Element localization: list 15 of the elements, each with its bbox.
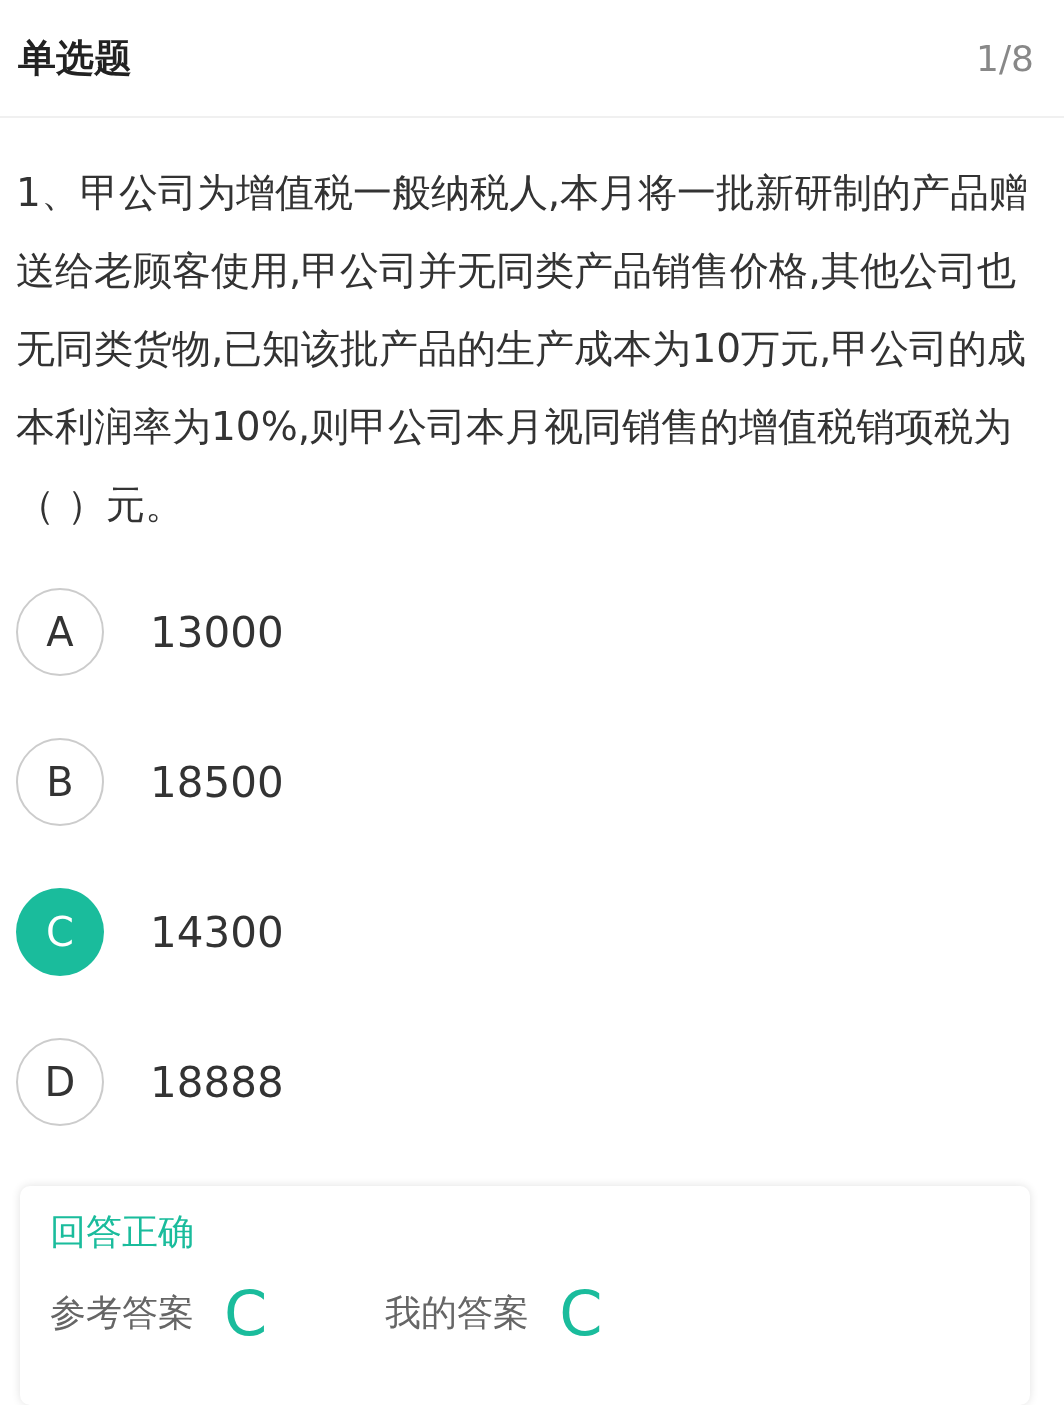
answer-value: C: [559, 1277, 603, 1350]
question-text: 1、甲公司为增值税一般纳税人,本月将一批新研制的产品赠送给老顾客使用,甲公司并无同类产品销售价格,其他公司也无同类货物,已知该批产品的生产成本为10万元,甲公司的成本利润率为10%,则甲公司本月视同销售的增值税销项税为（ ）元。: [15, 169, 1030, 529]
option-letter-circle[interactable]: A: [16, 588, 104, 676]
question-counter: 1/8: [976, 37, 1034, 79]
option-letter-circle[interactable]: D: [16, 1038, 104, 1126]
question-type-title: 单选题: [18, 34, 132, 82]
result-status: 回答正确: [50, 1210, 195, 1254]
answer-value: C: [224, 1277, 268, 1350]
option-text: 18888: [150, 1057, 284, 1107]
option-text: 18500: [150, 757, 284, 807]
answer-label: 我的答案: [385, 1291, 530, 1335]
answer-label: 参考答案: [50, 1291, 194, 1335]
option-letter-circle[interactable]: B: [16, 738, 104, 826]
option-text: 14300: [150, 907, 284, 957]
option-text: 13000: [150, 607, 284, 657]
